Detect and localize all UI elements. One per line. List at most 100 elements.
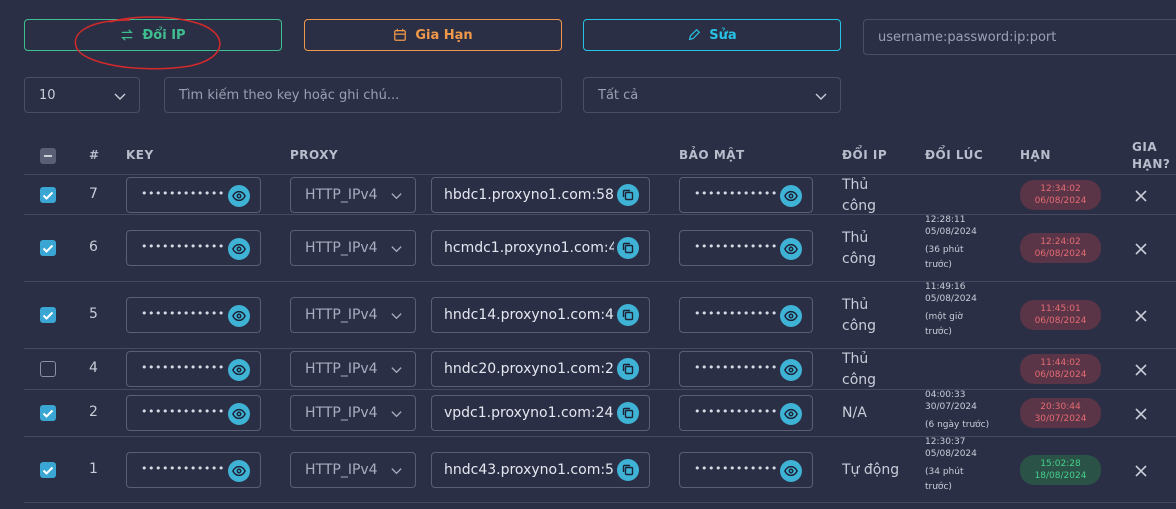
expiry-badge: 11:44:02 06/08/2024 bbox=[1020, 353, 1101, 384]
proxy-host-field[interactable]: hndc20.proxyno1.com:228 bbox=[431, 350, 650, 387]
eye-icon[interactable] bbox=[780, 402, 802, 425]
protocol-value: HTTP_IPv4 bbox=[305, 461, 378, 478]
proxy-host-field[interactable]: hndc43.proxyno1.com:597 bbox=[431, 451, 650, 488]
proxy-host-field[interactable]: hbdc1.proxyno1.com:5820 bbox=[431, 176, 650, 213]
renew-button[interactable]: Gia Hạn bbox=[304, 19, 562, 51]
change-mode-line2: công bbox=[842, 371, 877, 388]
password-masked-value: •••••••••••• bbox=[694, 186, 778, 200]
row-checkbox[interactable] bbox=[40, 306, 56, 323]
password-field[interactable]: •••••••••••• bbox=[679, 451, 813, 488]
proxy-host-field[interactable]: hcmdc1.proxyno1.com:451 bbox=[431, 229, 650, 266]
proxy-host-value: hndc43.proxyno1.com:597 bbox=[444, 461, 614, 478]
protocol-select[interactable]: HTTP_IPv4 bbox=[290, 394, 416, 431]
key-field[interactable]: •••••••••••• bbox=[126, 176, 261, 213]
eye-icon[interactable] bbox=[780, 184, 802, 207]
change-mode-line1: Thủ bbox=[842, 176, 869, 193]
row-checkbox[interactable] bbox=[40, 239, 56, 256]
changed-ago-line1: (6 ngày trước) bbox=[925, 420, 990, 430]
proxy-host-field[interactable]: hndc14.proxyno1.com:435 bbox=[431, 296, 650, 333]
change-mode-line1: N/A bbox=[842, 404, 867, 421]
password-field[interactable]: •••••••••••• bbox=[679, 296, 813, 333]
eye-glyph bbox=[784, 408, 798, 419]
eye-icon[interactable] bbox=[228, 237, 250, 260]
row-number: 5 bbox=[89, 305, 98, 322]
row-checkbox[interactable] bbox=[40, 360, 56, 377]
status-filter-value: Tất cả bbox=[598, 87, 639, 103]
eye-icon[interactable] bbox=[228, 184, 250, 207]
indeterminate-mark bbox=[44, 155, 52, 157]
eye-icon[interactable] bbox=[228, 402, 250, 425]
protocol-select[interactable]: HTTP_IPv4 bbox=[290, 229, 416, 266]
close-icon[interactable] bbox=[1134, 406, 1148, 420]
copy-icon[interactable] bbox=[617, 183, 639, 206]
eye-icon[interactable] bbox=[780, 237, 802, 260]
eye-glyph bbox=[232, 310, 246, 321]
copy-icon[interactable] bbox=[617, 236, 639, 259]
key-field[interactable]: •••••••••••• bbox=[126, 350, 261, 387]
change-ip-button[interactable]: Đổi IP bbox=[24, 19, 282, 51]
close-icon[interactable] bbox=[1134, 463, 1148, 477]
close-icon[interactable] bbox=[1134, 362, 1148, 376]
copy-glyph bbox=[622, 189, 634, 200]
x-glyph bbox=[1135, 464, 1147, 477]
proxy-credentials-input[interactable]: username:password:ip:port bbox=[863, 19, 1176, 55]
chevron-down-icon bbox=[391, 467, 402, 474]
edit-button[interactable]: Sửa bbox=[583, 19, 841, 51]
eye-glyph bbox=[232, 364, 246, 375]
expiry-date: 06/08/2024 bbox=[1034, 195, 1087, 206]
expiry-badge: 15:02:28 18/08/2024 bbox=[1020, 454, 1101, 485]
eye-icon[interactable] bbox=[228, 459, 250, 482]
x-glyph bbox=[1135, 189, 1147, 202]
expiry-badge: 11:45:01 06/08/2024 bbox=[1020, 299, 1101, 330]
search-input[interactable]: Tìm kiếm theo key hoặc ghi chú... bbox=[164, 77, 562, 113]
expiry-time: 20:30:44 bbox=[1040, 401, 1081, 412]
header-num: # bbox=[89, 148, 100, 162]
password-field[interactable]: •••••••••••• bbox=[679, 176, 813, 213]
row-divider bbox=[24, 348, 1176, 349]
change-mode-line2: công bbox=[842, 250, 877, 267]
protocol-select[interactable]: HTTP_IPv4 bbox=[290, 451, 416, 488]
key-field[interactable]: •••••••••••• bbox=[126, 296, 261, 333]
eye-glyph bbox=[784, 243, 798, 254]
eye-icon[interactable] bbox=[780, 358, 802, 381]
copy-icon[interactable] bbox=[617, 357, 639, 380]
copy-icon[interactable] bbox=[617, 303, 639, 326]
protocol-select[interactable]: HTTP_IPv4 bbox=[290, 296, 416, 333]
chevron-down-icon bbox=[391, 312, 402, 319]
row-number: 4 bbox=[89, 359, 98, 376]
row-checkbox[interactable] bbox=[40, 461, 56, 478]
key-masked-value: •••••••••••• bbox=[141, 404, 225, 418]
change-mode: Thủ công bbox=[842, 295, 902, 337]
copy-icon[interactable] bbox=[617, 401, 639, 424]
proxy-host-field[interactable]: vpdc1.proxyno1.com:2424 bbox=[431, 394, 650, 431]
protocol-value: HTTP_IPv4 bbox=[305, 239, 378, 256]
password-field[interactable]: •••••••••••• bbox=[679, 229, 813, 266]
key-field[interactable]: •••••••••••• bbox=[126, 451, 261, 488]
status-filter-select[interactable]: Tất cả bbox=[583, 77, 841, 113]
select-all-checkbox[interactable] bbox=[40, 148, 56, 164]
close-icon[interactable] bbox=[1134, 308, 1148, 322]
x-glyph bbox=[1135, 363, 1147, 376]
row-checkbox[interactable] bbox=[40, 186, 56, 203]
password-field[interactable]: •••••••••••• bbox=[679, 394, 813, 431]
eye-icon[interactable] bbox=[228, 358, 250, 381]
row-checkbox[interactable] bbox=[40, 404, 56, 421]
proxy-host-value: hndc14.proxyno1.com:435 bbox=[444, 306, 614, 323]
close-icon[interactable] bbox=[1134, 188, 1148, 202]
close-icon[interactable] bbox=[1134, 241, 1148, 255]
password-field[interactable]: •••••••••••• bbox=[679, 350, 813, 387]
key-field[interactable]: •••••••••••• bbox=[126, 394, 261, 431]
chevron-down-icon bbox=[391, 192, 402, 199]
page-size-select[interactable]: 10 bbox=[24, 77, 140, 113]
expiry-time: 12:24:02 bbox=[1040, 236, 1081, 247]
eye-icon[interactable] bbox=[780, 459, 802, 482]
key-field[interactable]: •••••••••••• bbox=[126, 229, 261, 266]
protocol-select[interactable]: HTTP_IPv4 bbox=[290, 176, 416, 213]
row-divider bbox=[24, 502, 1176, 503]
copy-icon[interactable] bbox=[617, 458, 639, 481]
expiry-time: 11:45:01 bbox=[1040, 303, 1081, 314]
eye-icon[interactable] bbox=[780, 304, 802, 327]
protocol-select[interactable]: HTTP_IPv4 bbox=[290, 350, 416, 387]
header-expiry: HẠN bbox=[1020, 148, 1051, 162]
eye-icon[interactable] bbox=[228, 304, 250, 327]
